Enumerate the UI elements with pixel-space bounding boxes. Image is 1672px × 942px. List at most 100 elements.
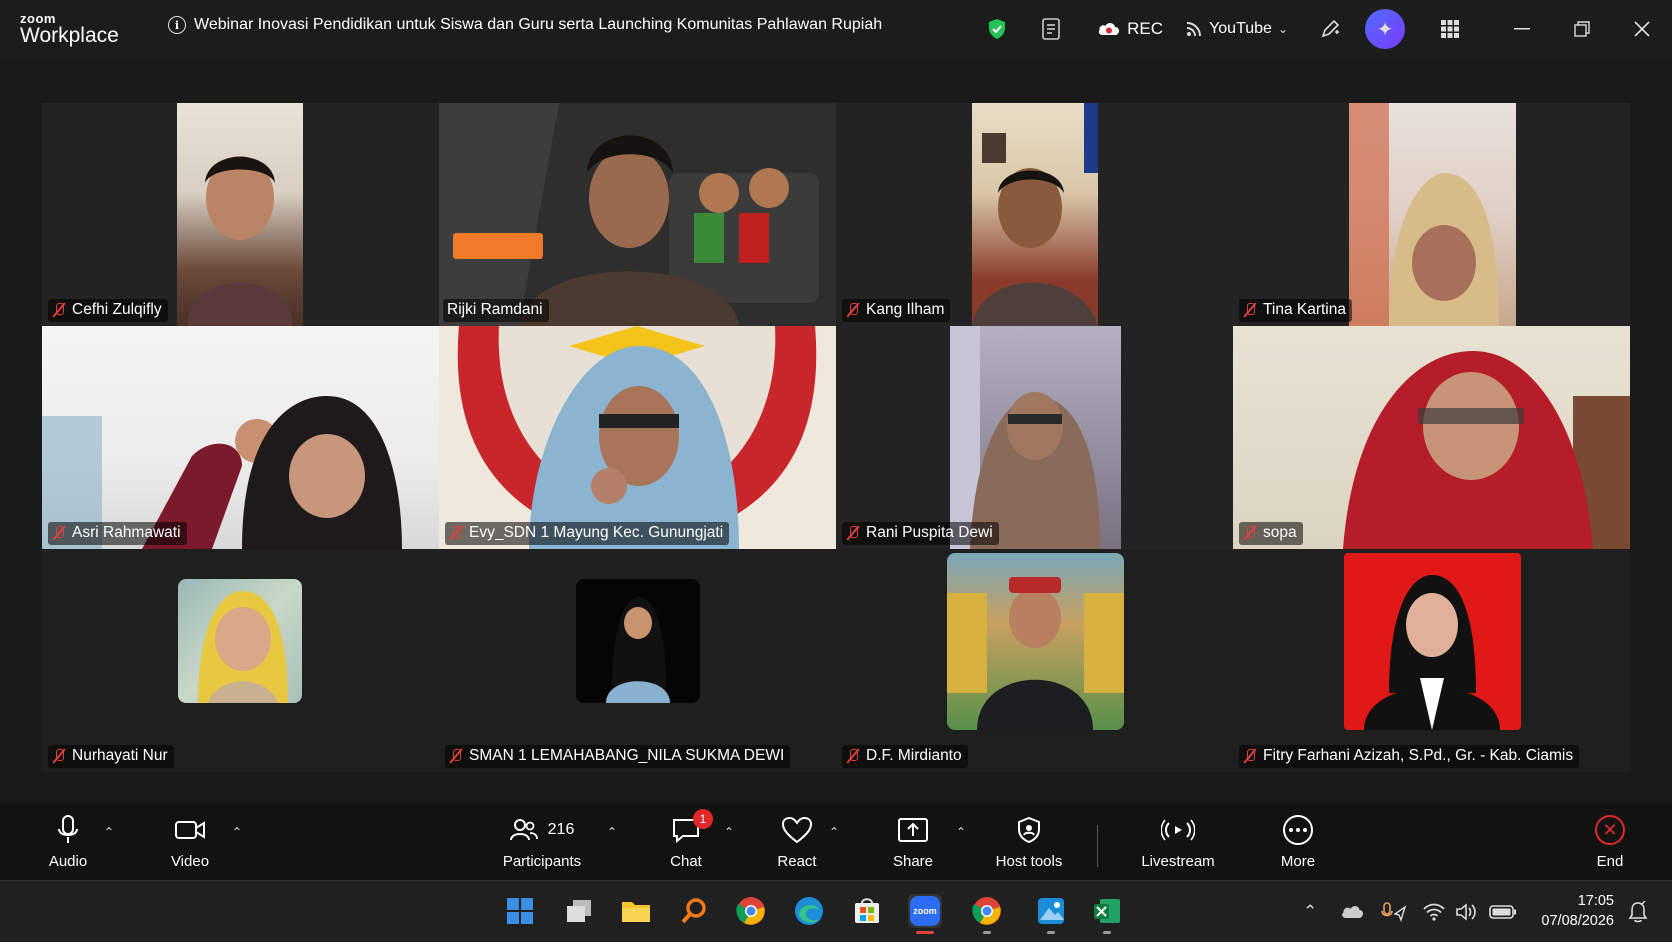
participant-tile-rijki[interactable]: Rijki Ramdani <box>439 103 836 326</box>
file-explorer-icon[interactable] <box>619 894 653 928</box>
stream-platform-label: YouTube <box>1209 20 1272 37</box>
name-tag: Fitry Farhani Azizah, S.Pd., Gr. - Kab. … <box>1239 745 1580 768</box>
participant-tile-sman1-nila[interactable]: SMAN 1 LEMAHABANG_NILA SUKMA DEWI <box>439 549 836 772</box>
participant-name: Nurhayati Nur <box>72 747 168 764</box>
participant-tile-rani[interactable]: Rani Puspita Dewi <box>836 326 1233 549</box>
video-button[interactable]: Video <box>166 813 214 870</box>
volume-icon[interactable] <box>1455 881 1477 942</box>
microsoft-store-icon[interactable] <box>850 894 884 928</box>
participant-name: Cefhi Zulqifly <box>72 301 162 318</box>
react-button[interactable]: React <box>774 813 820 870</box>
tray-overflow-chevron-icon[interactable]: ⌃ <box>1303 881 1317 942</box>
wifi-icon[interactable] <box>1423 881 1445 942</box>
livestream-button[interactable]: Livestream <box>1139 813 1217 870</box>
participant-tile-nurhayati[interactable]: Nurhayati Nur <box>42 549 439 772</box>
audio-options-caret-icon[interactable]: ⌃ <box>104 825 114 839</box>
livestream-status[interactable]: YouTube ⌄ <box>1185 0 1288 58</box>
muted-mic-icon <box>449 748 463 764</box>
running-indicator <box>983 931 991 934</box>
name-tag: Rijki Ramdani <box>443 299 549 322</box>
zoom-app-icon: zoom <box>910 896 940 926</box>
zoom-taskbar-button[interactable]: zoom <box>908 894 942 934</box>
more-button[interactable]: More <box>1275 813 1321 870</box>
annotate-pen-icon[interactable] <box>1300 0 1360 58</box>
video-options-caret-icon[interactable]: ⌃ <box>232 825 242 839</box>
chrome-icon[interactable] <box>734 894 768 928</box>
name-tag: Kang Ilham <box>842 299 951 322</box>
photos-app-icon[interactable] <box>1034 894 1068 934</box>
apps-grid-icon[interactable] <box>1420 0 1480 58</box>
participant-video <box>1349 103 1516 326</box>
more-dots-icon <box>1282 813 1314 847</box>
participant-name: SMAN 1 LEMAHABANG_NILA SUKMA DEWI <box>469 747 785 764</box>
participant-video <box>972 103 1098 326</box>
minimize-icon[interactable] <box>1492 0 1552 58</box>
participant-name: Rijki Ramdani <box>447 301 543 318</box>
microphone-icon <box>56 813 80 847</box>
system-clock[interactable]: 17:05 07/08/2026 <box>1541 891 1614 931</box>
participant-tile-kang-ilham[interactable]: Kang Ilham <box>836 103 1233 326</box>
share-options-caret-icon[interactable]: ⌃ <box>956 825 966 839</box>
end-x-icon: ✕ <box>1595 815 1625 845</box>
participant-tile-tina[interactable]: Tina Kartina <box>1233 103 1630 326</box>
people-icon <box>509 819 538 841</box>
meeting-info[interactable]: i Webinar Inovasi Pendidikan untuk Siswa… <box>168 16 882 34</box>
share-button[interactable]: Share <box>889 813 937 870</box>
participant-name: sopa <box>1263 524 1297 541</box>
chevron-down-icon: ⌄ <box>1277 22 1288 36</box>
restore-icon[interactable] <box>1552 0 1612 58</box>
participants-options-caret-icon[interactable]: ⌃ <box>607 825 617 839</box>
host-tools-label: Host tools <box>995 853 1063 870</box>
chat-button[interactable]: 1 Chat <box>664 809 713 870</box>
muted-mic-icon <box>846 302 860 318</box>
close-icon[interactable] <box>1612 0 1672 58</box>
rec-label: REC <box>1127 19 1164 38</box>
active-app-indicator <box>916 931 934 934</box>
encryption-shield-icon[interactable] <box>977 0 1017 58</box>
participant-tile-evy[interactable]: Evy_SDN 1 Mayung Kec. Gunungjati <box>439 326 836 549</box>
chrome-profile-icon[interactable] <box>970 894 1004 934</box>
record-indicator[interactable]: REC <box>1097 0 1163 58</box>
host-tools-button[interactable]: Host tools <box>989 813 1069 870</box>
participant-tile-cefhi[interactable]: Cefhi Zulqifly <box>42 103 439 326</box>
onedrive-cloud-icon[interactable] <box>1340 881 1364 942</box>
participants-button[interactable]: 216 Participants <box>498 813 586 870</box>
ai-companion-button[interactable]: ✦ <box>1360 0 1410 58</box>
participant-tile-mirdianto[interactable]: D.F. Mirdianto <box>836 549 1233 772</box>
task-view-icon[interactable] <box>562 894 596 928</box>
edge-icon[interactable] <box>792 894 826 928</box>
audio-button[interactable]: Audio <box>44 813 92 870</box>
heart-icon <box>781 813 813 847</box>
muted-mic-icon <box>1243 302 1257 318</box>
end-meeting-button[interactable]: ✕ End <box>1590 813 1630 870</box>
running-indicator <box>1103 931 1111 934</box>
chat-options-caret-icon[interactable]: ⌃ <box>724 825 734 839</box>
participant-video <box>439 326 836 549</box>
sparkle-icon: ✦ <box>1365 9 1405 49</box>
name-tag: Cefhi Zulqifly <box>48 299 168 322</box>
windows-start-icon[interactable] <box>503 894 537 928</box>
participant-name: Evy_SDN 1 Mayung Kec. Gunungjati <box>469 524 724 541</box>
participant-avatar <box>947 553 1124 730</box>
notes-icon[interactable] <box>1023 0 1081 58</box>
participant-video <box>1233 326 1630 549</box>
info-icon[interactable]: i <box>168 16 186 34</box>
name-tag: Asri Rahmawati <box>48 522 187 545</box>
notification-bell-icon[interactable] <box>1628 881 1648 942</box>
participant-avatar <box>178 579 302 703</box>
clock-time: 17:05 <box>1577 893 1614 909</box>
battery-icon[interactable] <box>1489 881 1517 942</box>
search-app-icon[interactable] <box>677 894 711 928</box>
participant-video <box>950 326 1121 549</box>
participant-tile-asri[interactable]: Asri Rahmawati <box>42 326 439 549</box>
participants-count: 216 <box>547 821 575 838</box>
react-options-caret-icon[interactable]: ⌃ <box>829 825 839 839</box>
participant-tile-fitry[interactable]: Fitry Farhani Azizah, S.Pd., Gr. - Kab. … <box>1233 549 1630 772</box>
participant-tile-sopa[interactable]: sopa <box>1233 326 1630 549</box>
mic-in-use-icon[interactable] <box>1381 881 1407 942</box>
name-tag: sopa <box>1239 522 1303 545</box>
titlebar-controls: REC YouTube ⌄ ✦ <box>977 0 1672 58</box>
excel-icon[interactable] <box>1090 894 1124 934</box>
participant-name: Asri Rahmawati <box>72 524 181 541</box>
host-shield-icon <box>1016 813 1042 847</box>
